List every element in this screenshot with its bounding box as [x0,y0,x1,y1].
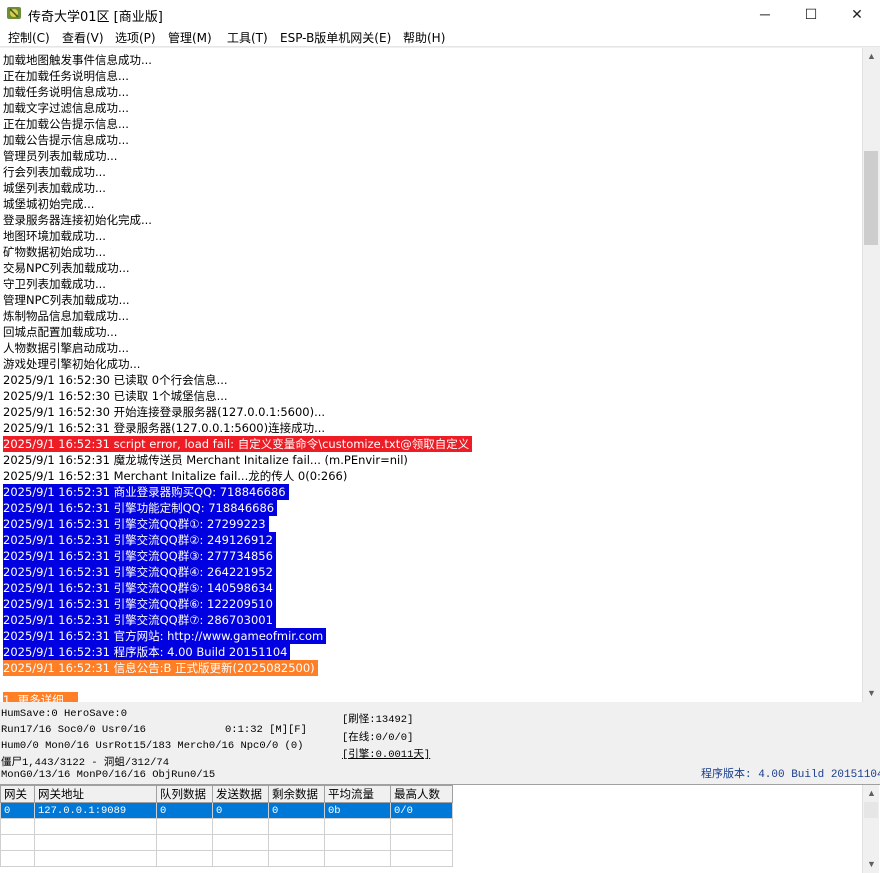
close-button[interactable]: ✕ [834,0,880,28]
log-line: 行会列表加载成功... [3,165,106,179]
minimize-button[interactable]: ─ [742,0,788,28]
log-line: 2025/9/1 16:52:31 引擎功能定制QQ: 718846686 [3,500,278,516]
log-line: 地图环境加载成功... [3,229,106,243]
table-row[interactable]: 0 127.0.0.1:9089 0 0 0 0b 0/0 [0,802,453,819]
status-uptime: 0:1:32 [M][F] [225,724,307,736]
log-line: 2025/9/1 16:52:31 官方网站: http://www.gameo… [3,628,327,644]
close-icon: ✕ [851,5,863,22]
menu-help[interactable]: 帮助(H) [403,29,445,46]
log-line: 交易NPC列表加载成功... [3,261,130,275]
log-line: 登录服务器连接初始化完成... [3,213,152,227]
title-bar: 传奇大学01区 [商业版] ─ ☐ ✕ [0,0,880,28]
log-line: 2025/9/1 16:52:31 引擎交流QQ群④: 264221952 [3,564,276,580]
gateway-table: 网关 网关地址 队列数据 发送数据 剩余数据 平均流量 最高人数 0 127.0… [0,785,453,867]
log-line: 2025/9/1 16:52:31 登录服务器(127.0.0.1:5600)连… [3,421,326,435]
table-row-empty [0,818,453,835]
log-line: 2025/9/1 16:52:31 Merchant Initalize fai… [3,469,348,483]
log-line: 2025/9/1 16:52:31 引擎交流QQ群③: 277734856 [3,548,276,564]
table-cell: 0 [212,802,269,819]
table-row-empty [0,850,453,867]
log-line: 矿物数据初始成功... [3,245,106,259]
scroll-thumb[interactable] [864,802,878,818]
log-line: 加载地图触发事件信息成功... [3,53,152,67]
gateway-scrollbar[interactable]: ▲ ▼ [862,785,879,873]
status-monsters: 僵尸1,443/3122 - 洞蛆/312/74 [1,757,170,769]
log-line: 2025/9/1 16:52:31 引擎交流QQ群⑥: 122209510 [3,596,276,612]
log-line: 管理员列表加载成功... [3,149,118,163]
col-sent[interactable]: 发送数据 [212,785,269,803]
status-panel: HumSave:0 HeroSave:0 Run17/16 Soc0/0 Usr… [0,705,880,783]
log-line: 1. 更多详细... [3,692,78,702]
status-mongen: MonG0/13/16 MonP0/16/16 ObjRun0/15 [1,769,216,781]
table-cell: 0 [156,802,213,819]
log-scrollbar[interactable]: ▲ ▼ [862,48,879,702]
table-cell: 0/0 [390,802,453,819]
col-gateway[interactable]: 网关 [0,785,35,803]
log-line: 正在加载任务说明信息... [3,69,129,83]
table-cell: 0 [0,802,35,819]
col-max-users[interactable]: 最高人数 [390,785,453,803]
log-line: 加载任务说明信息成功... [3,85,129,99]
log-line: 2025/9/1 16:52:31 引擎交流QQ群①: 27299223 [3,516,269,532]
maximize-icon: ☐ [804,5,818,22]
log-line: 城堡列表加载成功... [3,181,106,195]
maximize-button[interactable]: ☐ [788,0,834,28]
log-line: 2025/9/1 16:52:31 程序版本: 4.00 Build 20151… [3,644,291,660]
status-version: 程序版本: 4.00 Build 20151104 [701,769,880,781]
table-cell: 0b [324,802,391,819]
log-line: 炼制物品信息加载成功... [3,309,129,323]
col-queue[interactable]: 队列数据 [156,785,213,803]
log-line: 2025/9/1 16:52:31 script error, load fai… [3,436,473,452]
log-line: 游戏处理引擎初始化成功... [3,357,141,371]
log-line: 守卫列表加载成功... [3,277,106,291]
status-refresh: [刷怪:13492] [342,714,414,726]
log-line: 2025/9/1 16:52:31 引擎交流QQ群⑦: 286703001 [3,612,276,628]
log-line: 人物数据引擎启动成功... [3,341,129,355]
log-line: 2025/9/1 16:52:30 已读取 0个行会信息... [3,373,228,387]
table-cell: 0 [268,802,325,819]
log-line: 加载公告提示信息成功... [3,133,129,147]
col-address[interactable]: 网关地址 [34,785,157,803]
col-avg-traffic[interactable]: 平均流量 [324,785,391,803]
log-panel[interactable]: 加载地图触发事件信息成功... 正在加载任务说明信息... 加载任务说明信息成功..… [0,48,862,702]
log-line: 回城点配置加载成功... [3,325,118,339]
log-line: 2025/9/1 16:52:31 商业登录器购买QQ: 718846686 [3,484,289,500]
log-line: 2025/9/1 16:52:30 已读取 1个城堡信息... [3,389,228,403]
menu-espb-gateway[interactable]: ESP-B版单机网关(E) [280,29,391,46]
scroll-down-icon[interactable]: ▼ [863,856,880,873]
log-line: 2025/9/1 16:52:30 开始连接登录服务器(127.0.0.1:56… [3,405,326,419]
status-online: [在线:0/0/0] [342,732,414,744]
gateway-header-row: 网关 网关地址 队列数据 发送数据 剩余数据 平均流量 最高人数 [0,785,453,803]
scroll-up-icon[interactable]: ▲ [863,785,880,802]
status-save: HumSave:0 HeroSave:0 [1,708,128,720]
window-title: 传奇大学01区 [商业版] [28,10,163,25]
status-engine[interactable]: [引擎:0.0011天] [342,746,430,761]
menu-bar: 控制(C) 查看(V) 选项(P) 管理(M) 工具(T) ESP-B版单机网关… [0,28,880,47]
scroll-thumb[interactable] [864,151,878,245]
menu-options[interactable]: 选项(P) [115,29,156,46]
log-line: 2025/9/1 16:52:31 魔龙城传送员 Merchant Inital… [3,453,408,467]
log-line: 2025/9/1 16:52:31 信息公告:B 正式版更新(202508250… [3,660,318,676]
table-row-empty [0,834,453,851]
menu-control[interactable]: 控制(C) [8,29,50,46]
table-cell: 127.0.0.1:9089 [34,802,157,819]
minimize-icon: ─ [760,6,770,22]
gateway-panel: 网关 网关地址 队列数据 发送数据 剩余数据 平均流量 最高人数 0 127.0… [0,784,880,873]
log-line: 城堡城初始完成... [3,197,95,211]
log-line: 加载文字过滤信息成功... [3,101,129,115]
app-icon [7,7,21,19]
log-line: 管理NPC列表加载成功... [3,293,130,307]
scroll-up-icon[interactable]: ▲ [863,48,880,65]
menu-view[interactable]: 查看(V) [62,29,104,46]
log-line: 2025/9/1 16:52:31 引擎交流QQ群②: 249126912 [3,532,276,548]
status-run: Run17/16 Soc0/0 Usr0/16 [1,724,146,736]
menu-manage[interactable]: 管理(M) [168,29,212,46]
log-line: 正在加载公告提示信息... [3,117,129,131]
menu-tools[interactable]: 工具(T) [227,29,268,46]
log-line: 2025/9/1 16:52:31 引擎交流QQ群⑤: 140598634 [3,580,276,596]
status-humans: Hum0/0 Mon0/16 UsrRot15/183 Merch0/16 Np… [1,740,304,752]
scroll-down-icon[interactable]: ▼ [863,685,880,702]
col-remaining[interactable]: 剩余数据 [268,785,325,803]
